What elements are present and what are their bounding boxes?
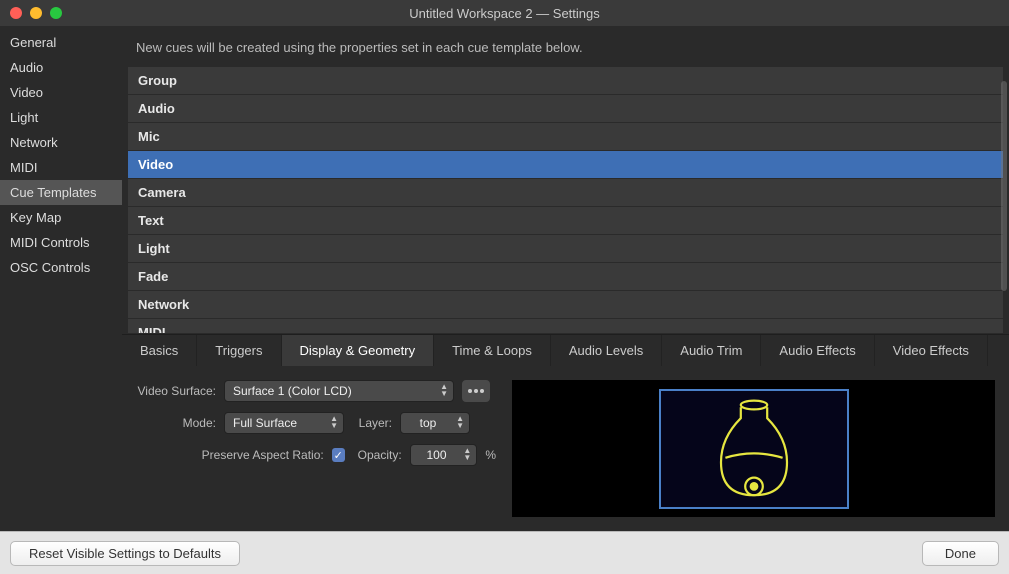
template-row-group[interactable]: Group — [128, 67, 1003, 94]
sidebar-item-midi[interactable]: MIDI — [0, 155, 122, 180]
tab-time-loops[interactable]: Time & Loops — [434, 335, 551, 366]
preserve-aspect-checkbox[interactable]: ✓ — [332, 448, 345, 462]
stepper-icon: ▲▼ — [456, 415, 464, 429]
surface-more-button[interactable] — [462, 380, 490, 402]
opacity-label: Opacity: — [353, 448, 402, 462]
template-row-mic[interactable]: Mic — [128, 123, 1003, 150]
main-panel: New cues will be created using the prope… — [122, 26, 1009, 531]
maximize-icon[interactable] — [50, 7, 62, 19]
sidebar-item-video[interactable]: Video — [0, 80, 122, 105]
template-list: GroupAudioMicVideoCameraTextLightFadeNet… — [122, 67, 1009, 334]
tab-display-geometry[interactable]: Display & Geometry — [282, 335, 435, 366]
opacity-input[interactable]: 100 ▲▼ — [410, 444, 478, 466]
display-geometry-panel: Video Surface: Surface 1 (Color LCD) ▲▼ … — [122, 366, 1009, 531]
updown-icon: ▲▼ — [330, 415, 338, 429]
layer-label: Layer: — [352, 416, 392, 430]
done-button[interactable]: Done — [922, 541, 999, 566]
mode-label: Mode: — [136, 416, 216, 430]
opacity-value: 100 — [426, 448, 446, 462]
tab-video-effects[interactable]: Video Effects — [875, 335, 988, 366]
layer-value: top — [420, 416, 437, 430]
mode-select[interactable]: Full Surface ▲▼ — [224, 412, 344, 434]
layer-input[interactable]: top ▲▼ — [400, 412, 470, 434]
template-row-audio[interactable]: Audio — [128, 95, 1003, 122]
template-row-light[interactable]: Light — [128, 235, 1003, 262]
close-icon[interactable] — [10, 7, 22, 19]
titlebar: Untitled Workspace 2 — Settings — [0, 0, 1009, 26]
sidebar-item-key-map[interactable]: Key Map — [0, 205, 122, 230]
window-controls — [10, 7, 62, 19]
window-title: Untitled Workspace 2 — Settings — [0, 6, 1009, 21]
tab-audio-trim[interactable]: Audio Trim — [662, 335, 761, 366]
video-surface-label: Video Surface: — [136, 384, 216, 398]
mode-value: Full Surface — [233, 416, 297, 430]
hint-text: New cues will be created using the prope… — [122, 26, 1009, 67]
template-row-text[interactable]: Text — [128, 207, 1003, 234]
sidebar-item-light[interactable]: Light — [0, 105, 122, 130]
sidebar-item-audio[interactable]: Audio — [0, 55, 122, 80]
opacity-unit: % — [485, 448, 496, 462]
template-row-midi[interactable]: MIDI — [128, 319, 1003, 333]
sidebar-item-general[interactable]: General — [0, 30, 122, 55]
video-surface-select[interactable]: Surface 1 (Color LCD) ▲▼ — [224, 380, 454, 402]
flask-icon — [699, 394, 809, 504]
surface-preview — [512, 380, 995, 517]
tab-bar: BasicsTriggersDisplay & GeometryTime & L… — [122, 334, 1009, 366]
sidebar-item-osc-controls[interactable]: OSC Controls — [0, 255, 122, 280]
scrollbar[interactable] — [1001, 81, 1007, 291]
sidebar-item-midi-controls[interactable]: MIDI Controls — [0, 230, 122, 255]
video-surface-value: Surface 1 (Color LCD) — [233, 384, 352, 398]
updown-icon: ▲▼ — [440, 383, 448, 397]
surface-frame — [659, 389, 849, 509]
reset-button[interactable]: Reset Visible Settings to Defaults — [10, 541, 240, 566]
template-row-video[interactable]: Video — [128, 151, 1003, 178]
tab-basics[interactable]: Basics — [122, 335, 197, 366]
tab-audio-effects[interactable]: Audio Effects — [761, 335, 874, 366]
template-row-camera[interactable]: Camera — [128, 179, 1003, 206]
sidebar: GeneralAudioVideoLightNetworkMIDICue Tem… — [0, 26, 122, 531]
sidebar-item-cue-templates[interactable]: Cue Templates — [0, 180, 122, 205]
stepper-icon: ▲▼ — [463, 447, 471, 461]
preserve-aspect-label: Preserve Aspect Ratio: — [136, 448, 324, 462]
template-row-fade[interactable]: Fade — [128, 263, 1003, 290]
tab-audio-levels[interactable]: Audio Levels — [551, 335, 662, 366]
minimize-icon[interactable] — [30, 7, 42, 19]
template-row-network[interactable]: Network — [128, 291, 1003, 318]
tab-triggers[interactable]: Triggers — [197, 335, 281, 366]
footer: Reset Visible Settings to Defaults Done — [0, 531, 1009, 574]
sidebar-item-network[interactable]: Network — [0, 130, 122, 155]
